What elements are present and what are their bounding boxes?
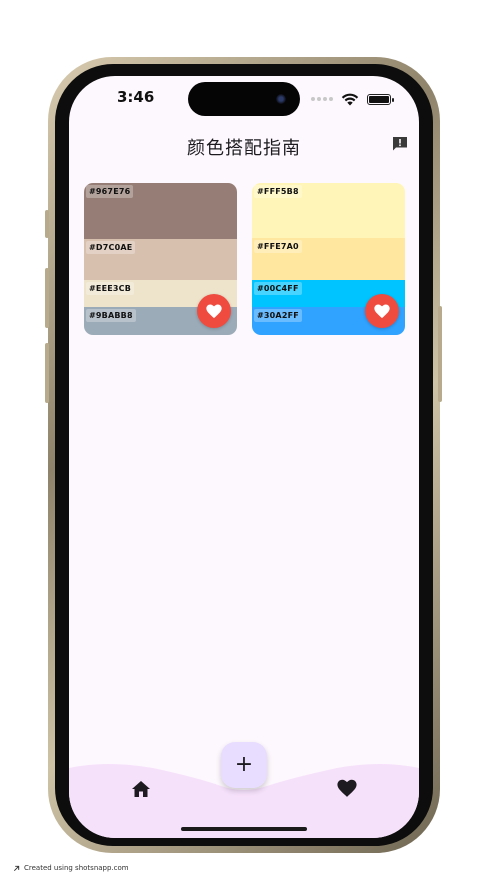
color-swatch[interactable]: #967E76: [84, 183, 237, 239]
credit-text: Created using shotsnapp.com: [24, 864, 129, 872]
hex-label: #EEE3CB: [86, 282, 135, 295]
signal-dots-icon: [311, 97, 333, 101]
screen: 3:46 颜色搭配指南 #967E76 #D7C0AE #EEE3CB #9BA…: [69, 76, 419, 838]
battery-fill: [369, 95, 389, 103]
hex-label: #9BABB8: [86, 309, 136, 322]
home-indicator: [181, 827, 307, 831]
plus-icon: +: [234, 752, 254, 777]
page-title: 颜色搭配指南: [187, 138, 301, 159]
hex-label: #00C4FF: [254, 282, 302, 295]
home-icon[interactable]: [131, 780, 151, 798]
credit-footer: Created using shotsnapp.com: [13, 864, 129, 872]
volume-down-button: [45, 343, 49, 403]
color-swatch[interactable]: #D7C0AE: [84, 239, 237, 280]
camera-icon: [276, 94, 286, 104]
heart-icon[interactable]: [337, 779, 357, 798]
silent-switch: [45, 210, 49, 238]
palette-card[interactable]: #967E76 #D7C0AE #EEE3CB #9BABB8: [84, 183, 237, 335]
arrow-up-right-icon: [13, 865, 20, 871]
hex-label: #30A2FF: [254, 309, 302, 322]
power-button: [438, 306, 442, 402]
status-icons: [311, 92, 394, 106]
dynamic-island: [188, 82, 300, 116]
feedback-icon[interactable]: [391, 135, 409, 153]
heart-icon: [206, 304, 222, 318]
color-swatch[interactable]: #FFE7A0: [252, 238, 405, 280]
heart-icon: [374, 304, 390, 318]
add-palette-button[interactable]: +: [221, 742, 267, 788]
hex-label: #D7C0AE: [86, 241, 136, 254]
battery-icon: [367, 93, 394, 105]
hex-label: #FFF5B8: [254, 185, 302, 198]
color-swatch[interactable]: #FFF5B8: [252, 183, 405, 238]
hex-label: #967E76: [86, 185, 134, 198]
volume-up-button: [45, 268, 49, 328]
favorite-button[interactable]: [197, 294, 231, 328]
wifi-icon: [341, 93, 359, 106]
hex-label: #FFE7A0: [254, 240, 302, 253]
palette-card[interactable]: #FFF5B8 #FFE7A0 #00C4FF #30A2FF: [252, 183, 405, 335]
status-time: 3:46: [117, 88, 155, 106]
favorite-button[interactable]: [365, 294, 399, 328]
